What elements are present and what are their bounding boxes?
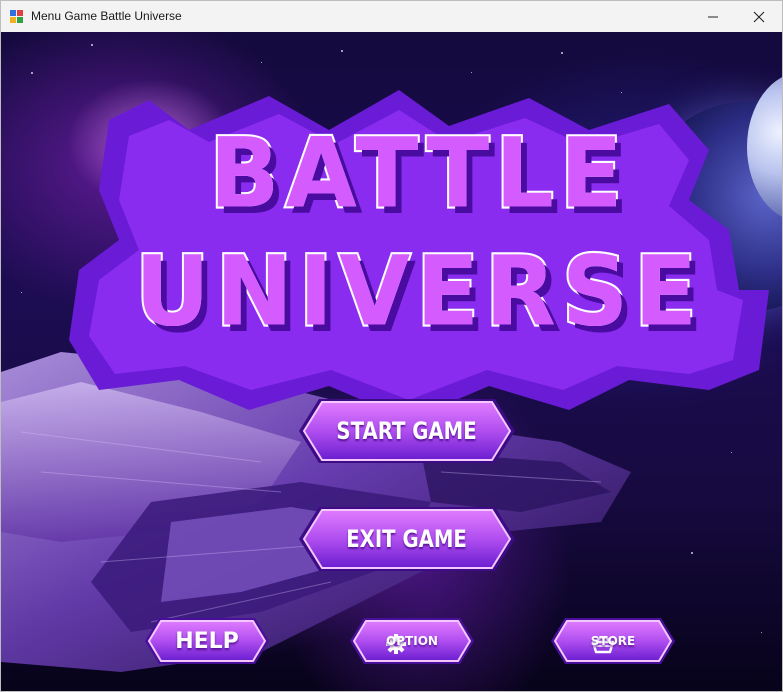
app-icon: [10, 10, 23, 23]
game-logo: BATTLE UNIVERSE: [69, 90, 769, 430]
help-label: HELP: [175, 628, 239, 654]
exit-game-label: EXIT GAME: [346, 525, 468, 553]
maximize-button-area[interactable]: [692, 1, 738, 32]
logo-title-line1: BATTLE: [207, 115, 629, 232]
start-game-button[interactable]: START GAME: [297, 397, 517, 465]
help-button[interactable]: HELP: [143, 616, 271, 666]
game-menu-canvas: BATTLE UNIVERSE START GAME EXIT GAME HEL…: [1, 32, 782, 691]
window-title: Menu Game Battle Universe: [31, 9, 182, 23]
logo-title-line2: UNIVERSE: [133, 233, 703, 350]
option-button[interactable]: OPTION: [348, 616, 476, 666]
store-label: STORE: [590, 634, 636, 648]
close-button[interactable]: [736, 1, 782, 32]
start-game-label: START GAME: [336, 417, 478, 445]
store-button[interactable]: STORE: [549, 616, 677, 666]
app-window: Menu Game Battle Universe BATTLE UNIVERS…: [0, 0, 783, 692]
exit-game-button[interactable]: EXIT GAME: [297, 505, 517, 573]
title-bar[interactable]: Menu Game Battle Universe: [1, 1, 782, 32]
close-icon: [753, 11, 765, 22]
option-label: OPTION: [386, 634, 438, 648]
